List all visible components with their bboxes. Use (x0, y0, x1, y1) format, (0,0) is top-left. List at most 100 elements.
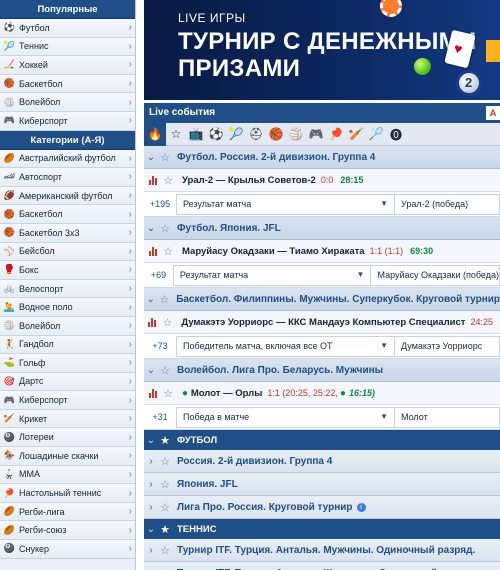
chevron-down-icon[interactable]: ⌄ (144, 152, 158, 163)
competition-row[interactable]: › ☆ Япония. JFL (144, 473, 500, 496)
match-teams[interactable]: ● Молот — Орлы (175, 388, 262, 399)
more-sports-icon[interactable]: ⓿ (386, 123, 406, 146)
favorite-star-icon[interactable]: ☆ (158, 222, 172, 235)
more-markets-count[interactable]: +73 (144, 341, 176, 351)
sidebar-item[interactable]: 🏈 Американский футбол › (0, 186, 135, 206)
sidebar-item[interactable]: 🏒 Хоккей › (0, 56, 135, 75)
match-teams[interactable]: Думакэтэ Уорриорс — ККС Мандауэ Компьюте… (174, 317, 465, 328)
chevron-down-icon[interactable]: ⌄ (144, 294, 158, 305)
chevron-right-icon[interactable]: › (144, 456, 158, 467)
sidebar-item[interactable]: 🎱 Снукер › (0, 540, 135, 559)
sidebar-item[interactable]: 🏓 Настольный теннис › (0, 484, 135, 503)
match-row[interactable]: ☆ Думакэтэ Уорриорс — ККС Мандауэ Компьют… (144, 311, 500, 334)
favorites-star-icon[interactable]: ☆ (166, 123, 186, 146)
chevron-right-icon[interactable]: › (144, 502, 158, 513)
favorite-star-icon[interactable]: ★ (158, 434, 172, 447)
match-row[interactable]: ☆ Урал-2 — Крылья Советов-2 0:0 28:15 (144, 169, 500, 192)
badminton-icon[interactable]: 🏸 (366, 123, 386, 146)
favorite-star-icon[interactable]: ★ (158, 523, 172, 536)
competition-row[interactable]: ›☆Турнир ITF. Турция. Анталья. Женщины. … (144, 562, 500, 570)
match-row[interactable]: ☆ Маруйасу Окадзаки — Тиамо Хираката 1:1 (… (144, 240, 500, 263)
competition-row[interactable]: › ☆ Турнир ITF. Турция. Анталья. Мужчины. … (144, 539, 500, 562)
event-group-header[interactable]: ⌄ ☆ Футбол. Япония. JFL (144, 217, 500, 240)
statistics-icon[interactable] (144, 317, 161, 327)
sidebar-item[interactable]: 🥊 Бокс › (0, 261, 135, 280)
selection-select[interactable]: Молот (395, 406, 500, 428)
sidebar-item[interactable]: 🚲 Велоспорт › (0, 279, 135, 299)
promo-banner[interactable]: LIVE ИГРЫ ТУРНИР С ДЕНЕЖНЫМИ ПРИЗАМИ 2 ♥ (144, 0, 500, 100)
volleyball-icon[interactable]: 🏐 (286, 123, 306, 146)
chevron-right-icon[interactable]: › (144, 545, 158, 556)
favorite-star-icon[interactable]: ☆ (158, 567, 172, 570)
selection-select[interactable]: Думакэтэ Уорриорс (395, 335, 500, 357)
basketball-icon[interactable]: 🏀 (266, 123, 286, 146)
sidebar-item[interactable]: 🏐 Волейбол › (0, 316, 135, 336)
event-group-header[interactable]: ⌄ ☆ Волейбол. Лига Про. Беларусь. Мужчины (144, 359, 500, 382)
event-group-header[interactable]: ⌄ ☆ Футбол. Россия. 2-й дивизион. Группа 4 (144, 146, 500, 169)
event-group-header[interactable]: ⌄ ☆ Баскетбол. Филиппины. Мужчины. Суперку… (144, 288, 500, 311)
favorite-star-icon[interactable]: ☆ (161, 316, 175, 329)
competition-row[interactable]: › ☆ Россия. 2-й дивизион. Группа 4 (144, 450, 500, 473)
favorite-star-icon[interactable]: ☆ (158, 455, 172, 468)
pingpong-icon[interactable]: 🏓 (326, 123, 346, 146)
sidebar-item[interactable]: 🏉 Регби-лига › (0, 502, 135, 522)
favorite-star-icon[interactable]: ☆ (161, 387, 175, 400)
more-markets-count[interactable]: +195 (144, 199, 176, 209)
sidebar-item[interactable]: 🎾 Теннис › (0, 37, 135, 57)
sidebar-item[interactable]: 🥋 ММА › (0, 465, 135, 485)
chevron-down-icon[interactable]: ⌄ (144, 223, 158, 234)
selection-select[interactable]: Маруйасу Окадзаки (победа) (371, 264, 500, 286)
favorite-star-icon[interactable]: ☆ (161, 245, 175, 258)
favorite-star-icon[interactable]: ☆ (158, 364, 172, 377)
chevron-right-icon[interactable]: › (144, 479, 158, 490)
info-icon[interactable]: i (356, 502, 366, 512)
sidebar-item[interactable]: 🎯 Дартс › (0, 372, 135, 392)
sport-section-header[interactable]: ⌄ ★ ТЕННИС (144, 519, 500, 539)
sidebar-item[interactable]: 🎱 Лотереи › (0, 428, 135, 448)
match-teams[interactable]: Урал-2 — Крылья Советов-2 (175, 175, 316, 186)
favorite-star-icon[interactable]: ☆ (161, 174, 175, 187)
statistics-icon[interactable] (144, 388, 161, 398)
chevron-down-icon[interactable]: ⌄ (144, 524, 158, 535)
sidebar-item[interactable]: 🏀 Баскетбол 3x3 › (0, 223, 135, 243)
sidebar-item[interactable]: 🏉 Австралийский футбол › (0, 149, 135, 169)
sidebar-item[interactable]: ⚾ Бейсбол › (0, 242, 135, 262)
statistics-icon[interactable] (144, 175, 161, 185)
selection-select[interactable]: Урал-2 (победа) (395, 193, 500, 215)
sidebar-item[interactable]: 🤽 Водное поло › (0, 298, 135, 317)
chevron-down-icon[interactable]: ⌄ (144, 365, 158, 376)
match-row[interactable]: ☆ ● Молот — Орлы 1:1 (20:25, 25:22, ● 16:15… (144, 382, 500, 405)
sport-section-header[interactable]: ⌄ ★ ФУТБОЛ (144, 430, 500, 450)
sidebar-item[interactable]: 🏀 Баскетбол › (0, 205, 135, 224)
favorite-star-icon[interactable]: ☆ (158, 151, 172, 164)
competition-row[interactable]: › ☆ Лига Про. Россия. Круговой турнир i (144, 496, 500, 519)
favorite-star-icon[interactable]: ☆ (158, 478, 172, 491)
sidebar-item[interactable]: 🎮 Киберспорт › (0, 391, 135, 410)
sidebar-item[interactable]: ⛳ Гольф › (0, 354, 135, 373)
chevron-down-icon[interactable]: ⌄ (144, 435, 158, 446)
favorite-star-icon[interactable]: ☆ (158, 501, 172, 514)
favorite-star-icon[interactable]: ☆ (158, 293, 172, 306)
sidebar-item[interactable]: 🏇 Лошадиные скачки › (0, 447, 135, 466)
sidebar-item[interactable]: 🏐 Волейбол › (0, 93, 135, 112)
cricket-icon[interactable]: 🏏 (346, 123, 366, 146)
sidebar-item[interactable]: 🏏 Крикет › (0, 409, 135, 429)
market-select[interactable]: Результат матча ▼ (176, 193, 395, 215)
font-size-icon[interactable]: A (486, 106, 500, 120)
market-select[interactable]: Победа в матче ▼ (176, 406, 395, 428)
tv-icon[interactable]: 📺 (186, 123, 206, 146)
statistics-icon[interactable] (144, 246, 161, 256)
sidebar-item[interactable]: 🤾 Гандбол › (0, 335, 135, 355)
match-teams[interactable]: Маруйасу Окадзаки — Тиамо Хираката (175, 246, 365, 257)
popular-fire-icon[interactable]: 🔥 (144, 122, 166, 146)
sidebar-item[interactable]: 🏎 Автоспорт › (0, 168, 135, 187)
esports-gamepad-icon[interactable]: 🎮 (306, 123, 326, 146)
market-select[interactable]: Результат матча ▼ (172, 264, 372, 286)
sidebar-item[interactable]: ⚽ Футбол › (0, 19, 135, 38)
sidebar-item[interactable]: 🎮 Киберспорт › (0, 111, 135, 131)
more-markets-count[interactable]: +69 (144, 270, 173, 280)
favorite-star-icon[interactable]: ☆ (158, 544, 172, 557)
sidebar-item[interactable]: 🏉 Регби-союз › (0, 521, 135, 541)
market-select[interactable]: Победитель матча, включая все ОТ ▼ (176, 335, 395, 357)
sidebar-item[interactable]: 🏀 Баскетбол › (0, 74, 135, 94)
